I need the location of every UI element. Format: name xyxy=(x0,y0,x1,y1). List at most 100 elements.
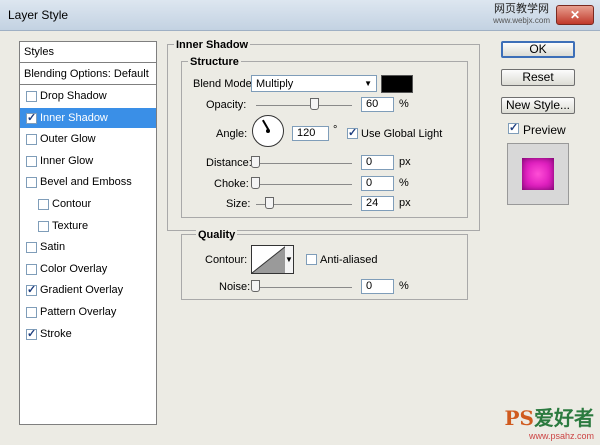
size-slider-thumb[interactable] xyxy=(265,197,274,209)
style-item-outer-glow[interactable]: Outer Glow xyxy=(20,129,156,151)
quality-title: Quality xyxy=(196,229,238,241)
blend-mode-label: Blend Mode: xyxy=(193,78,255,90)
style-item-label: Texture xyxy=(52,219,89,232)
dialog-body: Styles Blending Options: Default Drop Sh… xyxy=(0,31,600,445)
size-label: Size: xyxy=(226,198,251,210)
style-item-label: Contour xyxy=(52,198,92,210)
style-item-checkbox[interactable] xyxy=(26,327,37,340)
style-item-checkbox[interactable] xyxy=(38,220,49,232)
window-title: Layer Style xyxy=(8,8,69,22)
choke-input[interactable]: 0 xyxy=(361,176,394,191)
style-item-gradient-overlay[interactable]: Gradient Overlay xyxy=(20,280,156,302)
inner-shadow-title: Inner Shadow xyxy=(174,39,251,51)
style-item-satin[interactable]: Satin xyxy=(20,237,156,259)
watermark-top-line1: 网页教学网 xyxy=(494,3,550,15)
style-item-bevel-and-emboss[interactable]: Bevel and Emboss xyxy=(20,172,156,194)
style-item-label: Outer Glow xyxy=(40,133,96,146)
style-item-checkbox[interactable] xyxy=(26,283,37,297)
size-unit: px xyxy=(399,197,411,209)
watermark-text: 爱好者 xyxy=(534,406,594,430)
choke-slider-track xyxy=(256,184,352,185)
angle-label: Angle: xyxy=(216,128,248,140)
style-item-checkbox[interactable] xyxy=(26,263,37,275)
distance-slider-track xyxy=(256,163,352,164)
style-item-label: Color Overlay xyxy=(40,262,108,275)
style-item-label: Inner Shadow xyxy=(40,111,108,124)
blend-mode-value: Multiply xyxy=(256,78,294,90)
style-item-label: Bevel and Emboss xyxy=(40,176,132,189)
style-item-checkbox[interactable] xyxy=(26,134,37,146)
chevron-down-icon: ▼ xyxy=(364,79,372,88)
style-item-checkbox[interactable] xyxy=(38,199,49,210)
anti-aliased-checkbox[interactable] xyxy=(306,254,317,265)
style-item-label: Pattern Overlay xyxy=(40,306,117,318)
title-bar: Layer Style 网页教学网 www.webjx.com ✕ xyxy=(0,0,600,31)
style-item-checkbox[interactable] xyxy=(26,307,37,318)
style-item-inner-shadow[interactable]: Inner Shadow xyxy=(20,107,156,129)
contour-dropdown-arrow[interactable]: ▼ xyxy=(285,245,294,274)
style-item-checkbox[interactable] xyxy=(26,242,37,254)
anti-aliased-label: Anti-aliased xyxy=(320,254,378,266)
close-button[interactable]: ✕ xyxy=(556,5,594,25)
new-style-button[interactable]: New Style... xyxy=(501,97,575,114)
watermark-url: www.psahz.com xyxy=(528,431,594,441)
blend-mode-select[interactable]: Multiply ▼ xyxy=(251,75,377,92)
distance-label: Distance: xyxy=(206,157,252,169)
choke-slider-thumb[interactable] xyxy=(251,177,260,189)
opacity-slider-track xyxy=(256,105,352,106)
style-item-contour[interactable]: Contour xyxy=(20,194,156,215)
watermark-top: 网页教学网 www.webjx.com xyxy=(493,4,550,26)
reset-button[interactable]: Reset xyxy=(501,69,575,86)
style-item-drop-shadow[interactable]: Drop Shadow xyxy=(20,86,156,107)
angle-input[interactable]: 120 xyxy=(292,126,329,141)
style-item-label: Drop Shadow xyxy=(40,90,107,102)
shadow-color-swatch[interactable] xyxy=(381,75,413,93)
style-item-texture[interactable]: Texture xyxy=(20,216,156,237)
styles-header[interactable]: Styles xyxy=(20,42,156,63)
style-item-checkbox[interactable] xyxy=(26,111,37,124)
style-item-checkbox[interactable] xyxy=(26,91,37,102)
styles-list: Styles Blending Options: Default Drop Sh… xyxy=(19,41,157,425)
style-item-label: Stroke xyxy=(40,327,72,340)
style-item-label: Gradient Overlay xyxy=(40,284,124,297)
use-global-light-label: Use Global Light xyxy=(361,128,443,140)
contour-label: Contour: xyxy=(205,254,248,266)
angle-dial[interactable] xyxy=(252,115,284,147)
preview-thumbnail xyxy=(507,143,569,205)
style-item-color-overlay[interactable]: Color Overlay xyxy=(20,259,156,280)
distance-slider-thumb[interactable] xyxy=(251,156,260,168)
blending-options-item[interactable]: Blending Options: Default xyxy=(20,64,156,85)
distance-unit: px xyxy=(399,156,411,168)
size-input[interactable]: 24 xyxy=(361,196,394,211)
style-item-checkbox[interactable] xyxy=(26,155,37,167)
style-item-stroke[interactable]: Stroke xyxy=(20,324,156,345)
noise-slider-thumb[interactable] xyxy=(251,280,260,292)
ok-button[interactable]: OK xyxy=(501,41,575,58)
noise-label: Noise: xyxy=(219,281,251,293)
opacity-unit: % xyxy=(399,98,409,110)
opacity-slider-thumb[interactable] xyxy=(309,98,319,110)
preview-checkbox[interactable] xyxy=(508,121,519,134)
use-global-light-checkbox[interactable] xyxy=(347,126,358,139)
preview-swatch xyxy=(522,158,554,190)
watermark-ps: PS xyxy=(504,406,534,430)
angle-unit: ° xyxy=(333,124,338,136)
watermark-bottom: PS爱好者 www.psahz.com xyxy=(505,402,594,441)
style-item-pattern-overlay[interactable]: Pattern Overlay xyxy=(20,302,156,323)
contour-picker[interactable] xyxy=(251,245,287,274)
style-item-label: Satin xyxy=(40,241,66,254)
choke-label: Choke: xyxy=(214,178,249,190)
structure-title: Structure xyxy=(188,56,241,68)
distance-input[interactable]: 0 xyxy=(361,155,394,170)
style-item-checkbox[interactable] xyxy=(26,177,37,189)
opacity-input[interactable]: 60 xyxy=(361,97,394,112)
preview-label: Preview xyxy=(523,123,566,137)
styles-header-label: Styles xyxy=(24,46,54,58)
angle-center xyxy=(266,129,270,133)
choke-unit: % xyxy=(399,177,409,189)
watermark-top-line2: www.webjx.com xyxy=(493,16,550,25)
contour-curve-icon xyxy=(252,246,286,273)
noise-input[interactable]: 0 xyxy=(361,279,394,294)
noise-unit: % xyxy=(399,280,409,292)
style-item-inner-glow[interactable]: Inner Glow xyxy=(20,151,156,172)
